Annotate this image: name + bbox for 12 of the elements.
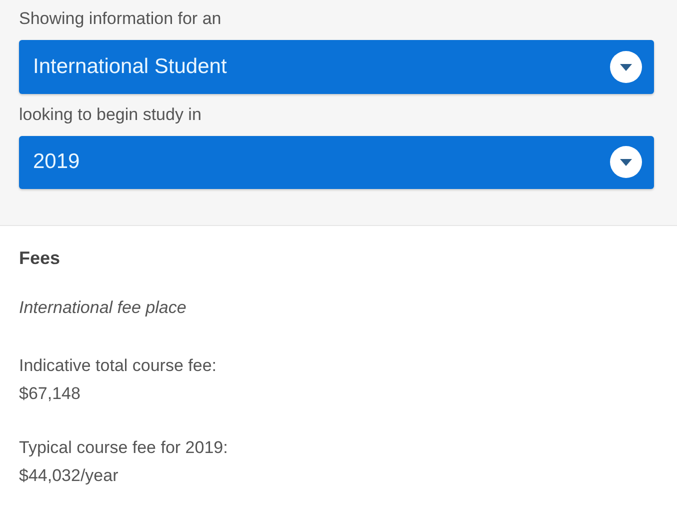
filter-label: looking to begin study in [19,104,202,126]
filter-label: Showing information for an [19,8,222,30]
fees-heading: Fees [19,248,60,269]
fee-amount: $67,148 [19,383,80,405]
dropdown-caret-icon [609,145,643,180]
fee-amount: $44,032/year [19,465,118,487]
dropdown-caret-icon [609,50,643,84]
dropdown-select[interactable]: 2019 [19,136,654,189]
fee-place-note: International fee place [19,298,186,318]
fee-label: Indicative total course fee: [19,355,217,377]
dropdown-select[interactable]: International Student [19,40,654,94]
fee-label: Typical course fee for 2019: [19,437,228,459]
